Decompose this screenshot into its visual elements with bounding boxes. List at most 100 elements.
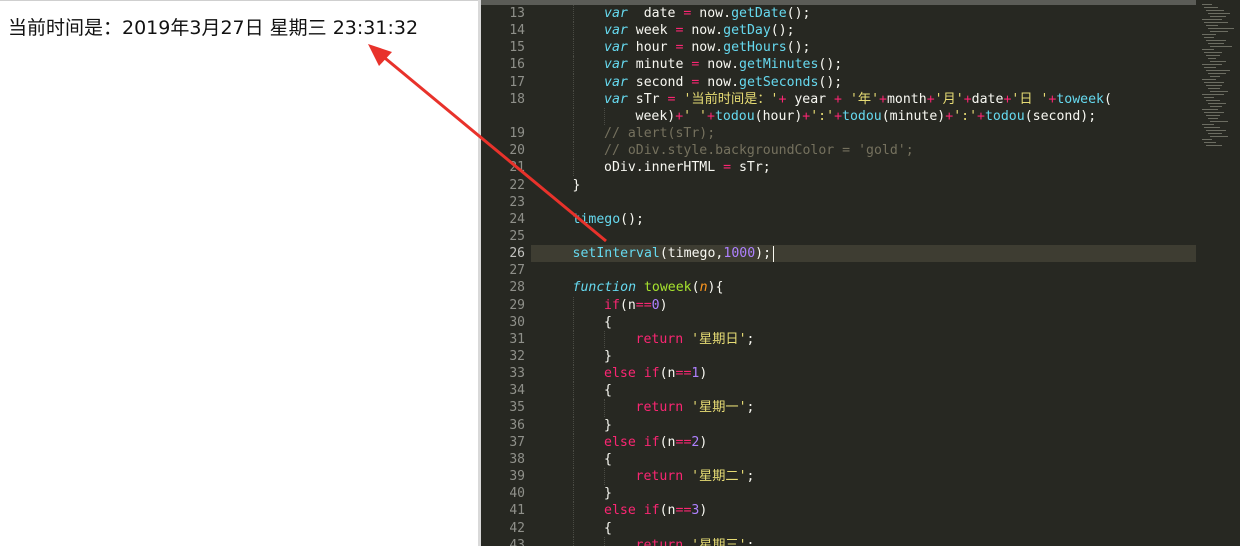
code-token: second (627, 74, 692, 90)
code-token: == (675, 366, 692, 382)
code-line[interactable]: // alert(sTr); (604, 125, 715, 142)
indent-guide (572, 536, 574, 546)
minimap-line (1206, 10, 1224, 11)
code-token: week) (635, 108, 676, 124)
code-line[interactable]: var minute = now.getMinutes(); (604, 56, 842, 73)
code-line[interactable]: return '星期二'; (636, 468, 755, 485)
minimap-line (1204, 97, 1214, 98)
code-token: var (604, 23, 628, 39)
code-line[interactable]: timego(); (573, 211, 644, 228)
code-line[interactable]: { (604, 520, 612, 537)
code-token: now. (683, 23, 724, 39)
code-token: + (706, 108, 715, 124)
minimap-line (1206, 55, 1220, 56)
editor-tab-bar (481, 0, 1196, 5)
line-number: 17 (509, 74, 525, 90)
code-line[interactable]: setInterval(timego,1000); (573, 245, 779, 262)
indent-guide (604, 536, 605, 546)
code-line[interactable]: var sTr = '当前时间是：'+ year + '年'+month+'月'… (604, 91, 1112, 108)
minimap-line (1204, 22, 1228, 23)
code-line[interactable]: { (604, 314, 612, 331)
minimap-line (1206, 100, 1220, 101)
minimap-line (1202, 94, 1224, 95)
code-token: var (604, 57, 628, 73)
code-line[interactable]: return '星期一'; (636, 399, 755, 416)
code-token: return (635, 400, 684, 416)
code-token: ; (746, 537, 755, 546)
minimap-line (1202, 124, 1214, 125)
line-number: 16 (509, 57, 525, 73)
code-token: == (635, 297, 652, 313)
code-token: now. (683, 40, 724, 56)
code-line[interactable]: var week = now.getDay(); (604, 22, 795, 39)
code-line[interactable]: var hour = now.getHours(); (604, 39, 810, 56)
minimap-line (1202, 19, 1222, 20)
line-number: 29 (509, 297, 525, 313)
code-line[interactable]: return '星期三'; (636, 537, 755, 546)
code-line[interactable]: week)+' '+todou(hour)+':'+todou(minute)+… (636, 108, 1097, 125)
code-line[interactable]: { (604, 451, 612, 468)
line-number: 14 (509, 23, 525, 39)
code-token: getHours (723, 40, 787, 56)
code-token: now. (691, 6, 732, 21)
code-line[interactable]: if(n==0) (604, 297, 668, 314)
code-line[interactable]: // oDiv.style.backgroundColor = 'gold'; (604, 142, 914, 159)
code-token: // alert(sTr); (604, 126, 716, 142)
line-number: 19 (509, 126, 525, 142)
minimap-line (1202, 109, 1218, 110)
code-line[interactable]: oDiv.innerHTML = sTr; (604, 159, 771, 176)
line-number (481, 108, 525, 125)
code-token: + (834, 91, 842, 107)
code-token: todou (842, 108, 882, 124)
code-line[interactable]: else if(n==2) (604, 434, 707, 451)
code-line[interactable]: function toweek(n){ (573, 279, 724, 296)
code-editor[interactable]: 13 14 15 16 17 18 19 20 21 22 23 24 25 26 27 28 29 30 31 32… (481, 0, 1240, 546)
code-line[interactable]: else if(n==3) (604, 502, 707, 519)
minimap-line (1210, 16, 1226, 17)
code-line[interactable]: } (604, 485, 612, 502)
minimap-line (1208, 13, 1230, 14)
indent-guide (572, 365, 574, 383)
code-token: // oDiv.style.backgroundColor = 'gold'; (604, 143, 914, 159)
code-line[interactable]: return '星期日'; (636, 331, 755, 348)
code-token: == (675, 434, 692, 450)
minimap[interactable] (1196, 0, 1240, 546)
code-token: (timego, (659, 246, 724, 262)
code-token: var (604, 91, 628, 107)
code-token: == (675, 503, 692, 519)
line-number: 23 (509, 194, 525, 210)
minimap-line (1204, 127, 1220, 128)
minimap-line (1202, 49, 1214, 50)
indent-guide (604, 107, 605, 126)
code-line[interactable]: } (573, 177, 581, 194)
indent-guide (572, 450, 574, 469)
code-token: '月' (934, 91, 964, 107)
line-number: 21 (509, 160, 525, 176)
line-number: 18 (509, 91, 525, 107)
code-line[interactable]: } (604, 417, 612, 434)
indent-guide (572, 107, 574, 126)
code-token: now. (699, 74, 740, 90)
code-token: month (886, 91, 927, 107)
code-token: { (604, 383, 612, 399)
code-token: ':' (810, 108, 835, 124)
code-token: ) (659, 297, 668, 313)
code-token: '年' (849, 91, 880, 107)
code-token: (n (659, 366, 676, 382)
code-token: oDiv.innerHTML (604, 160, 724, 176)
code-line[interactable]: { (604, 382, 612, 399)
code-line[interactable]: var date = now.getDate(); (604, 5, 810, 22)
line-number: 33 (509, 366, 525, 382)
minimap-line (1210, 76, 1220, 77)
minimap-line (1208, 103, 1226, 104)
current-time-text: 当前时间是：2019年3月27日 星期三 23:31:32 (8, 17, 419, 39)
code-token: ':' (953, 108, 978, 124)
code-line[interactable]: } (604, 348, 612, 365)
code-line[interactable]: var second = now.getSeconds(); (604, 74, 842, 91)
code-token: toweek (643, 280, 692, 296)
code-line[interactable]: else if(n==1) (604, 365, 707, 382)
